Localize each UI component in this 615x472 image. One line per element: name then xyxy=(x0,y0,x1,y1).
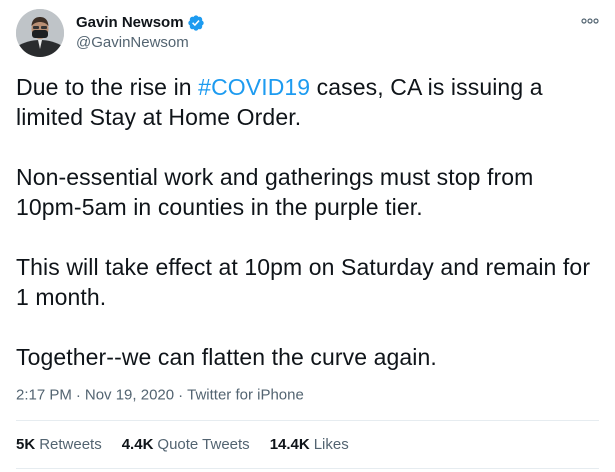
tweet-source[interactable]: Twitter for iPhone xyxy=(187,387,304,404)
tweet-time[interactable]: 2:17 PM xyxy=(16,387,72,404)
tweet-date[interactable]: Nov 19, 2020 xyxy=(85,387,174,404)
tweet-text: Due to the rise in #COVID19 cases, CA is… xyxy=(16,72,591,372)
retweets-stat[interactable]: 5K Retweets xyxy=(16,436,102,453)
display-name[interactable]: Gavin Newsom xyxy=(76,13,184,33)
likes-count: 14.4K xyxy=(269,436,310,453)
meta-separator: · xyxy=(75,386,81,404)
tweet-header: Gavin Newsom @GavinNewsom xyxy=(16,8,599,58)
tweet-meta: 2:17 PM · Nov 19, 2020 · Twitter for iPhone xyxy=(16,386,304,404)
author-names: Gavin Newsom @GavinNewsom xyxy=(76,13,205,53)
more-options-icon xyxy=(581,18,599,24)
quote-tweets-stat[interactable]: 4.4K Quote Tweets xyxy=(122,436,250,453)
divider xyxy=(16,420,599,421)
tweet-paragraph-2: Non-essential work and gatherings must s… xyxy=(16,164,534,220)
tweet-stats: 5K Retweets 4.4K Quote Tweets 14.4K Like… xyxy=(16,436,369,453)
verified-badge-icon xyxy=(187,14,205,32)
author-handle[interactable]: @GavinNewsom xyxy=(76,33,205,53)
display-name-row: Gavin Newsom xyxy=(76,13,205,33)
tweet-paragraph-1: Due to the rise in #COVID19 cases, CA is… xyxy=(16,72,591,132)
hashtag-link[interactable]: #COVID19 xyxy=(198,74,310,100)
tweet-text-segment: Due to the rise in xyxy=(16,74,199,100)
meta-separator: · xyxy=(178,386,184,404)
profile-photo-icon xyxy=(16,9,64,57)
more-options-button[interactable] xyxy=(579,10,601,32)
quote-tweets-label: Quote Tweets xyxy=(157,436,250,453)
retweets-count: 5K xyxy=(16,436,36,453)
tweet-paragraph-4: Together--we can flatten the curve again… xyxy=(16,344,437,370)
likes-stat[interactable]: 14.4K Likes xyxy=(270,436,349,453)
quote-tweets-count: 4.4K xyxy=(121,436,154,453)
tweet-card: Gavin Newsom @GavinNewsom Due to the ris… xyxy=(0,0,615,472)
tweet-paragraph-3: This will take effect at 10pm on Saturda… xyxy=(16,254,591,310)
avatar[interactable] xyxy=(16,9,64,57)
likes-label: Likes xyxy=(313,436,349,453)
retweets-label: Retweets xyxy=(39,436,102,453)
divider xyxy=(16,468,599,469)
